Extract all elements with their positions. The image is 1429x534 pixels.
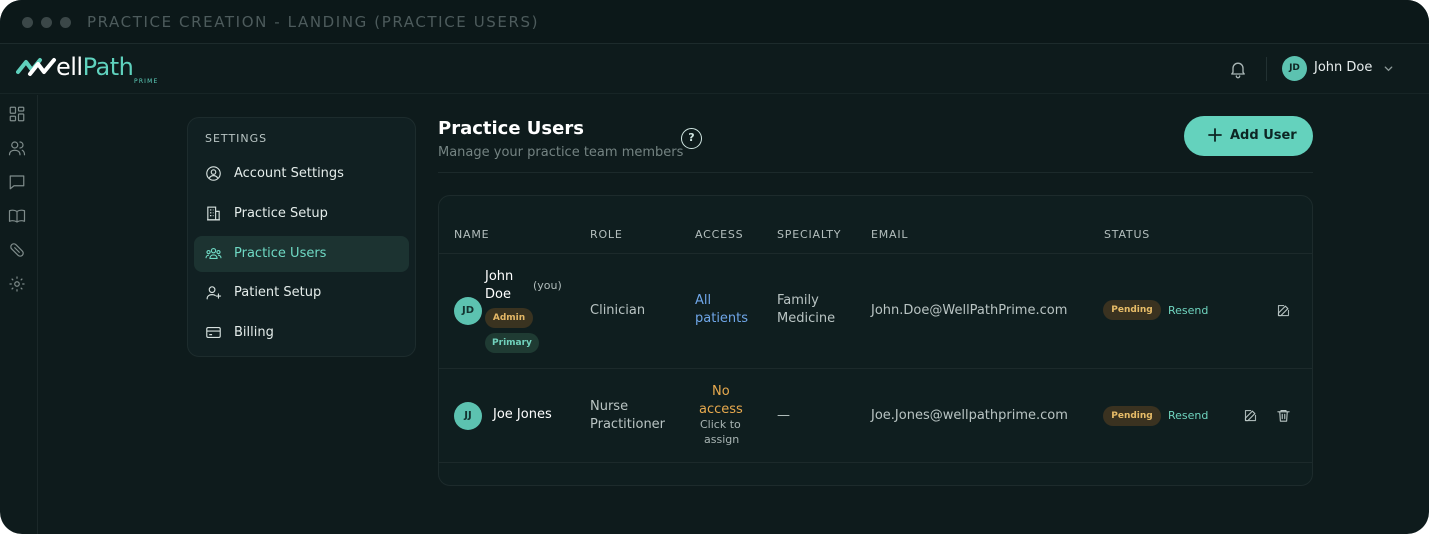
bell-icon[interactable] [1228,59,1248,79]
plus-icon [1208,128,1222,142]
page-subtitle: Manage your practice team members [438,145,684,160]
header-divider [1266,57,1267,81]
settings-item-account-settings[interactable]: Account Settings [194,156,409,192]
user-name-last: Doe [485,287,511,302]
status-badge: Pending [1103,300,1161,320]
wellpath-logo[interactable]: ellPath PRIME [16,53,159,87]
access-line2[interactable]: access [699,401,743,419]
settings-item-label: Account Settings [234,166,344,181]
avatar: JD [454,297,482,325]
title-bar: PRACTICE CREATION - LANDING (PRACTICE US… [0,0,1429,44]
user-name-first: John [485,269,514,284]
you-tag: (you) [533,279,562,292]
building-icon [207,206,220,221]
logo-wordmark: ellPath [56,53,134,81]
column-header-specialty[interactable]: SPECIALTY [777,228,841,241]
resend-link[interactable]: Resend [1168,304,1208,317]
role-line2: Practitioner [590,417,666,432]
header-divider-line [438,172,1313,173]
user-name[interactable]: John Doe [1314,60,1372,75]
row-divider [439,368,1312,369]
chevron-down-icon[interactable] [1383,63,1394,74]
avatar[interactable]: JD [1282,56,1307,81]
users-icon[interactable] [8,139,26,157]
left-rail [0,95,38,534]
user-name: Joe Jones [493,407,552,422]
app-window: PRACTICE CREATION - LANDING (PRACTICE US… [0,0,1429,534]
page-title: Practice Users [438,118,584,139]
settings-item-label: Billing [234,325,274,340]
book-icon[interactable] [8,207,26,225]
settings-item-practice-users[interactable]: Practice Users [194,236,409,272]
edit-icon[interactable] [1276,303,1291,318]
window-title: PRACTICE CREATION - LANDING (PRACTICE US… [87,13,540,31]
specialty: — [777,408,790,423]
access-hint-line2[interactable]: assign [704,433,739,447]
access-line2[interactable]: patients [695,310,748,328]
settings-heading: SETTINGS [205,132,268,145]
top-header: ellPath PRIME JD John Doe [0,44,1429,94]
column-header-role[interactable]: ROLE [590,228,623,241]
users-icon [205,247,222,260]
logo-word-end: Path [82,53,134,81]
dashboard-icon[interactable] [8,105,26,123]
email: John.Doe@WellPathPrime.com [871,303,1068,318]
column-header-status[interactable]: STATUS [1104,228,1150,241]
edit-icon[interactable] [1243,408,1258,423]
help-icon[interactable]: ? [681,128,702,149]
resend-link[interactable]: Resend [1168,409,1208,422]
settings-item-billing[interactable]: Billing [194,315,409,351]
specialty-line1: Family [777,293,819,308]
credit-card-icon [206,326,221,339]
role-line1: Nurse [590,399,629,414]
specialty-line2: Medicine [777,311,836,326]
access-line1[interactable]: No [712,383,730,401]
pill-icon[interactable] [8,241,26,259]
window-maximize-dot[interactable] [60,17,71,28]
access-line1[interactable]: All [695,292,711,310]
settings-menu: SETTINGS Account Settings Practice Setup… [187,117,416,357]
add-user-label: Add User [1230,128,1297,143]
logo-word-start: ell [56,53,83,81]
settings-item-label: Patient Setup [234,285,322,300]
primary-badge: Primary [485,333,539,353]
users-table: NAME ROLE ACCESS SPECIALTY EMAIL STATUS … [438,195,1313,486]
settings-item-patient-setup[interactable]: Patient Setup [194,275,409,311]
email: Joe.Jones@wellpathprime.com [871,408,1068,423]
column-header-name[interactable]: NAME [454,228,489,241]
logo-subtitle: PRIME [134,78,159,85]
window-close-dot[interactable] [22,17,33,28]
user-circle-icon [206,166,221,181]
column-header-email[interactable]: EMAIL [871,228,908,241]
user-plus-icon [206,286,222,300]
column-header-access[interactable]: ACCESS [695,228,743,241]
settings-item-label: Practice Users [234,246,327,261]
settings-item-practice-setup[interactable]: Practice Setup [194,196,409,232]
role: Clinician [590,303,646,318]
gear-icon[interactable] [8,275,26,293]
row-divider [439,253,1312,254]
trash-icon[interactable] [1276,408,1291,423]
access-hint-line1[interactable]: Click to [700,418,741,432]
window-minimize-dot[interactable] [41,17,52,28]
status-badge: Pending [1103,406,1161,426]
settings-item-label: Practice Setup [234,206,328,221]
chat-icon[interactable] [8,173,26,191]
avatar: JJ [454,402,482,430]
logo-mark-icon [16,58,56,76]
admin-badge: Admin [485,308,533,328]
row-divider [439,462,1312,463]
add-user-button[interactable]: Add User [1184,116,1313,156]
